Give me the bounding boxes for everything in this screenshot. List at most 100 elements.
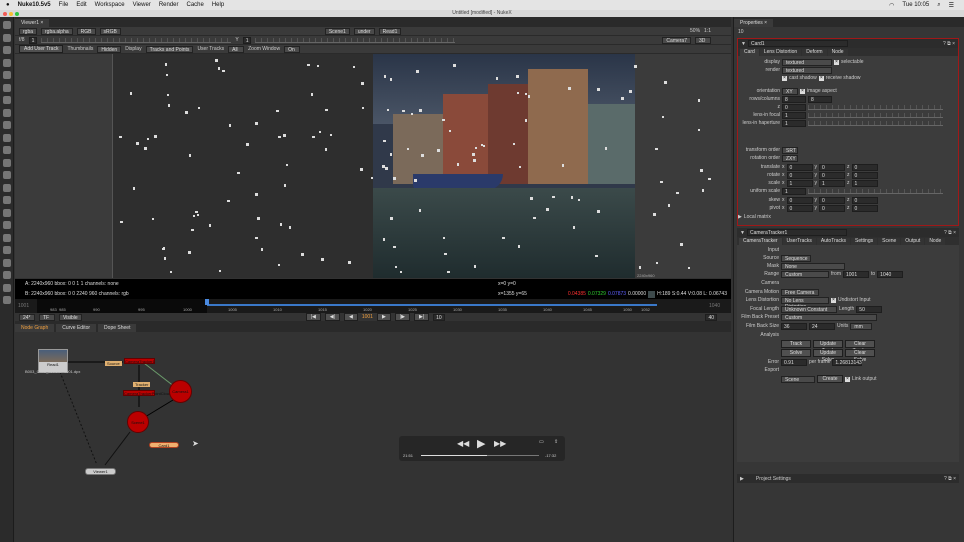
toolbar-icon[interactable] bbox=[3, 121, 11, 129]
size-y-field[interactable]: 24 bbox=[809, 322, 835, 330]
update-solve-button[interactable]: Update Solve bbox=[813, 349, 843, 363]
tab-autotracks[interactable]: AutoTracks bbox=[816, 238, 851, 245]
display-dropdown[interactable]: textured bbox=[782, 58, 832, 66]
toolbar-icon[interactable] bbox=[3, 146, 11, 154]
tab-card[interactable]: Card bbox=[740, 49, 759, 56]
haperture-field[interactable]: 1 bbox=[782, 119, 806, 127]
input-b-dropdown[interactable]: Read1 bbox=[378, 27, 402, 35]
lut-dropdown[interactable]: sRGB bbox=[99, 27, 121, 35]
x-field[interactable]: 0 bbox=[786, 163, 813, 171]
focal-dropdown[interactable]: Unknown Constant bbox=[781, 305, 837, 313]
node-pointcloud[interactable]: CameraTrackerPointCloud1 bbox=[123, 390, 173, 396]
checkbox-icon[interactable]: × bbox=[800, 89, 805, 94]
checkbox-icon[interactable]: × bbox=[845, 377, 850, 382]
step-field[interactable]: 10 bbox=[433, 313, 445, 321]
timeline[interactable]: 1001 983 985 990 995 1000 1005 1010 1015 1020 102… bbox=[15, 299, 731, 313]
checkbox-icon[interactable]: × bbox=[818, 76, 824, 81]
list-icon[interactable]: ☰ bbox=[949, 2, 954, 9]
toolbar-icon[interactable] bbox=[3, 58, 11, 67]
fps-dropdown[interactable]: 24* bbox=[19, 313, 35, 321]
timeline-end[interactable]: 1040 bbox=[709, 303, 720, 309]
proxy-ratio[interactable]: 1:1 bbox=[704, 28, 711, 34]
z-field[interactable]: 1 bbox=[851, 179, 878, 187]
toolbar-icon[interactable] bbox=[3, 83, 11, 92]
tab-cameratracker[interactable]: CameraTracker bbox=[739, 238, 782, 245]
preset-dropdown[interactable]: Custom bbox=[781, 313, 877, 321]
display-channel-dropdown[interactable]: RGB bbox=[76, 27, 96, 35]
tab-scene[interactable]: Scene bbox=[878, 238, 901, 245]
x-field[interactable]: 0 bbox=[786, 171, 813, 179]
checkbox-link-output[interactable]: × Link output bbox=[845, 376, 876, 382]
tab-settings[interactable]: Settings bbox=[851, 238, 878, 245]
view-mode-dropdown[interactable]: 3D bbox=[695, 36, 711, 44]
play-forward-button[interactable]: ▶ bbox=[376, 313, 391, 321]
input-a-dropdown[interactable]: Scene1 bbox=[324, 27, 350, 35]
toolbar-icon[interactable] bbox=[3, 296, 11, 304]
node-viewer1[interactable]: Viewer1 bbox=[85, 468, 116, 475]
clock[interactable]: Tue 10:05 bbox=[902, 2, 929, 9]
value-slider[interactable] bbox=[808, 120, 943, 126]
tf-dropdown[interactable]: TF bbox=[39, 313, 55, 321]
menu-help[interactable]: Help bbox=[212, 2, 224, 8]
toolbar-icon[interactable] bbox=[3, 71, 11, 79]
solve-button[interactable]: Solve bbox=[781, 349, 811, 357]
end-frame-field[interactable]: 40 bbox=[705, 313, 717, 321]
playhead[interactable] bbox=[205, 299, 209, 305]
rows-field[interactable]: 8 bbox=[782, 95, 806, 103]
local-matrix-label[interactable]: Local matrix bbox=[744, 214, 771, 220]
user-tracks-dropdown[interactable]: All bbox=[228, 45, 245, 53]
next-keyframe-button[interactable]: |▶ bbox=[394, 313, 410, 321]
tab-node[interactable]: Node bbox=[827, 49, 848, 56]
project-settings-title[interactable]: Project Settings bbox=[756, 476, 791, 482]
node-graph[interactable]: Read1 B003_C008_0214CE.1001.dpx Source C… bbox=[15, 332, 731, 542]
checkbox-icon[interactable]: × bbox=[782, 76, 787, 81]
mask-dropdown[interactable]: None bbox=[781, 262, 845, 270]
z-field[interactable]: 0 bbox=[851, 204, 878, 212]
x-field[interactable]: 0 bbox=[786, 204, 813, 212]
rotation-order-dropdown[interactable]: ZXY bbox=[782, 154, 798, 162]
toolbar-icon[interactable] bbox=[3, 258, 11, 267]
toolbar-icon[interactable] bbox=[3, 21, 11, 29]
node-card1[interactable]: Card1 bbox=[149, 442, 179, 448]
value-slider[interactable] bbox=[808, 112, 943, 118]
gain-field[interactable]: 1 bbox=[28, 36, 38, 44]
checkbox-icon[interactable]: × bbox=[831, 298, 836, 303]
cols-field[interactable]: 8 bbox=[808, 95, 832, 103]
x-field[interactable]: 0 bbox=[786, 196, 813, 204]
toolbar-icon[interactable] bbox=[3, 108, 11, 117]
toolbar-icon[interactable] bbox=[3, 96, 11, 104]
last-frame-button[interactable]: ▶| bbox=[413, 313, 430, 321]
clear-tracks-button[interactable]: Clear Tracks bbox=[845, 340, 875, 354]
wifi-icon[interactable]: ◠ bbox=[889, 2, 894, 9]
composite-op-dropdown[interactable]: under bbox=[353, 27, 375, 35]
tab-deform[interactable]: Deform bbox=[802, 49, 827, 56]
motion-dropdown[interactable]: Free Camera bbox=[781, 288, 819, 296]
range-dropdown[interactable]: Custom bbox=[781, 270, 829, 278]
max-panels-field[interactable]: 10 bbox=[738, 29, 744, 35]
tab-output[interactable]: Output bbox=[901, 238, 925, 245]
gamma-field[interactable]: 1 bbox=[242, 36, 252, 44]
y-field[interactable]: 0 bbox=[819, 196, 845, 204]
from-field[interactable]: 1001 bbox=[843, 270, 869, 278]
menu-workspace[interactable]: Workspace bbox=[95, 2, 125, 8]
toolbar-icon[interactable] bbox=[3, 196, 11, 204]
export-type-dropdown[interactable]: Scene bbox=[781, 375, 815, 383]
y-field[interactable]: 1 bbox=[819, 179, 845, 187]
update-track-button[interactable]: Update Track bbox=[813, 340, 843, 354]
maximize-window-button[interactable] bbox=[15, 11, 19, 16]
per-frame-field[interactable]: 1.26813143 bbox=[832, 358, 863, 366]
node-cameratracker1[interactable]: CameraTracker1 bbox=[124, 358, 155, 364]
viewer-canvas[interactable]: 2240x960 bbox=[15, 54, 731, 278]
checkbox-image-aspect[interactable]: × image aspect bbox=[800, 88, 837, 94]
toolbar-icon[interactable] bbox=[3, 33, 11, 42]
z-field[interactable]: 0 bbox=[851, 196, 878, 204]
node-scene1[interactable]: Scene1 bbox=[127, 411, 149, 433]
checkbox-selectable[interactable]: × selectable bbox=[834, 59, 864, 65]
checkbox-receive-shadow[interactable]: × receive shadow bbox=[818, 75, 861, 81]
alpha-dropdown[interactable]: rgba.alpha bbox=[41, 27, 73, 35]
tab-node[interactable]: Node bbox=[925, 238, 946, 245]
checkbox-icon[interactable]: × bbox=[834, 60, 839, 65]
add-user-track-button[interactable]: Add User Track bbox=[19, 45, 64, 53]
z-field[interactable]: 0 bbox=[782, 103, 806, 111]
prev-keyframe-button[interactable]: ◀| bbox=[324, 313, 340, 321]
